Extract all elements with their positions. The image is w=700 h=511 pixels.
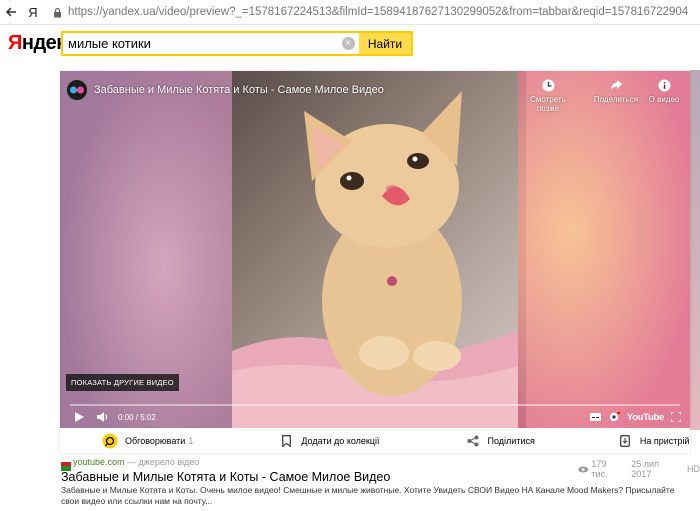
video-actions: Обговорювати 1 Додати до колекції Поділи… [60,428,690,453]
clock-icon [542,79,554,91]
result-meta: 179 тис. 25 лип 2017 HD [578,459,700,479]
eye-icon [578,465,589,473]
gear-icon [609,412,620,422]
send-to-device-label: На пристрій [639,435,690,446]
next-video-preview[interactable] [690,70,700,430]
yandex-icon: Я [28,4,38,20]
publish-date: 25 лип 2017 [631,459,659,479]
video-player[interactable]: Забавные и Милые Котята и Коты - Самое М… [60,71,690,428]
arrow-left-icon [5,7,16,17]
add-to-collection-label: Додати до колекції [301,435,380,446]
share-button[interactable]: Поділитися [464,428,535,453]
subtitles-icon [589,413,601,421]
play-button[interactable] [68,406,90,428]
yandex-browser-button[interactable]: Я [22,0,44,25]
volume-button[interactable] [94,406,112,428]
clear-search-button[interactable]: × [337,33,359,54]
youtube-favicon [61,458,71,471]
browser-toolbar: Я https://yandex.ua/video/preview?_=1578… [0,0,700,25]
discuss-count: 1 [188,435,194,446]
share-arrow-icon [610,80,622,90]
close-icon: × [341,37,355,50]
watch-later-button[interactable]: Смотреть позже [518,77,578,113]
fullscreen-button[interactable] [671,406,681,428]
video-card: Забавные и Милые Котята и Коты - Самое М… [60,71,690,453]
address-bar[interactable]: https://yandex.ua/video/preview?_=157816… [68,6,688,18]
search-button[interactable]: Найти [359,33,411,54]
result-description: Забавные и Милые Котята и Коты. Очень ми… [61,485,675,506]
search-input[interactable] [63,33,337,54]
yandex-header: Яндекс × Найти [0,26,700,62]
result-source: youtube.com — джерело відео [73,457,199,467]
channel-avatar[interactable] [66,79,88,101]
result-title[interactable]: Забавные и Милые Котята и Коты - Самое М… [61,470,390,484]
volume-icon [97,412,108,422]
info-icon [658,79,670,91]
share-icon [464,432,482,450]
back-button[interactable] [0,0,22,25]
source-link[interactable]: youtube.com [73,457,125,467]
video-blur-right [518,71,690,428]
time-display: 0:00 / 5:02 [118,412,156,422]
share-label: Поділитися [487,435,535,446]
discuss-button[interactable]: Обговорювати 1 [101,428,193,453]
video-title-overlay: Забавные и Милые Котята и Коты - Самое М… [66,79,384,101]
quality-badge: HD [687,464,700,474]
views-count: 179 тис. [591,459,608,479]
about-video-button[interactable]: О видео [634,77,690,104]
lock-icon [50,0,64,25]
youtube-logo[interactable]: YouTube [627,406,664,428]
bookmark-icon [277,432,295,450]
about-label: О видео [648,95,680,104]
player-controls: 0:00 / 5:02 YouTube [60,406,690,428]
play-icon [74,412,84,422]
device-icon [616,432,634,450]
show-more-videos-button[interactable]: ПОКАЗАТЬ ДРУГИЕ ВИДЕО [66,374,179,391]
watch-later-label: Смотреть позже [530,95,566,113]
discuss-label: Обговорювати [125,435,186,446]
search-box: × Найти [61,31,413,56]
source-label: — джерело відео [127,457,200,467]
fullscreen-icon [671,412,681,422]
send-to-device-button[interactable]: На пристрій [616,428,690,453]
video-title[interactable]: Забавные и Милые Котята и Коты - Самое М… [94,84,384,96]
add-to-collection-button[interactable]: Додати до колекції [277,428,380,453]
kitten-image [232,91,518,428]
subtitles-button[interactable] [589,406,601,428]
settings-button[interactable] [608,406,620,428]
comment-icon [101,432,119,450]
mask-icon [70,86,84,94]
